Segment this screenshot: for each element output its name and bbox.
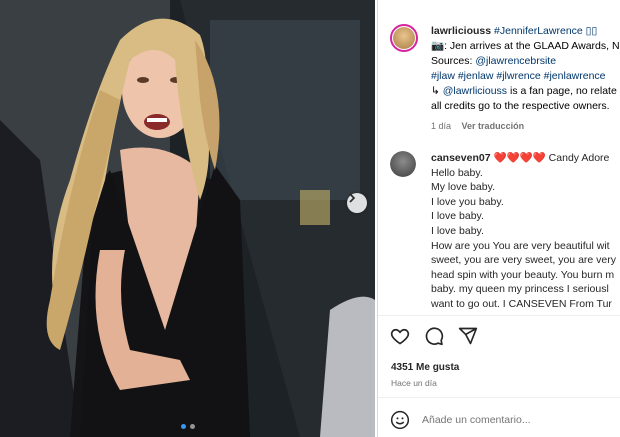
comment-line: I love baby. bbox=[431, 224, 484, 237]
comment-line: Hello baby. bbox=[431, 166, 483, 179]
comment-body: canseven07 ❤️❤️❤️❤️ Candy Adore Hello ba… bbox=[431, 151, 620, 312]
poster-avatar[interactable] bbox=[390, 24, 418, 52]
poster-username[interactable]: lawrliciouss bbox=[431, 25, 491, 37]
comment-icon[interactable] bbox=[424, 326, 444, 346]
next-slide-button[interactable] bbox=[347, 193, 367, 213]
add-comment-bar bbox=[390, 410, 604, 430]
caption-sources-label: Sources: bbox=[431, 55, 476, 67]
caption-line: is a fan page, no relate bbox=[507, 85, 617, 97]
heart-icon[interactable] bbox=[390, 326, 410, 346]
comment-first-line: Candy Adore bbox=[545, 152, 610, 164]
chevron-right-icon bbox=[349, 193, 356, 203]
caption-mention-self[interactable]: @lawrliciouss bbox=[443, 85, 507, 97]
caption-arrow: ↳ bbox=[431, 85, 443, 97]
posted-ago: Hace un día bbox=[391, 378, 437, 388]
comment-line: I love baby. bbox=[431, 210, 484, 223]
comment-line: sweet, you are very sweet, you are very bbox=[431, 254, 616, 267]
see-translation-link[interactable]: Ver traducción bbox=[462, 121, 525, 131]
caption-hashtags[interactable]: #jlaw #jenlaw #jlwrence #jenlawrence bbox=[431, 69, 620, 84]
photo-illustration bbox=[0, 0, 375, 437]
carousel-dot bbox=[189, 424, 195, 429]
comment-line: My love baby. bbox=[431, 181, 495, 194]
post-caption: lawrliciouss #JenniferLawrence ▯▯ 📷: Jen… bbox=[431, 24, 620, 114]
post-side-panel: lawrliciouss #JenniferLawrence ▯▯ 📷: Jen… bbox=[377, 0, 620, 437]
caption-line: 📷: Jen arrives at the GLAAD Awards, N bbox=[431, 40, 620, 52]
caption-mention[interactable]: @jlawrencebrsite bbox=[475, 55, 556, 67]
caption-meta: 1 día Ver traducción bbox=[431, 121, 524, 131]
carousel-indicator bbox=[0, 424, 375, 429]
send-icon[interactable] bbox=[458, 326, 478, 346]
commenter-avatar[interactable] bbox=[390, 151, 416, 177]
add-comment-input[interactable] bbox=[420, 413, 604, 427]
comment-line: baby. my queen my princess I seriousl bbox=[431, 283, 609, 296]
caption-line: all credits go to the respective owners. bbox=[431, 100, 610, 112]
comment-line: head spin with your beauty. You burn m bbox=[431, 268, 615, 281]
commenter-username[interactable]: canseven07 bbox=[431, 152, 491, 164]
comment-hearts: ❤️❤️❤️❤️ bbox=[493, 152, 546, 164]
comment-box-divider bbox=[378, 397, 620, 398]
likes-count[interactable]: 4351 Me gusta bbox=[391, 362, 459, 373]
comment-line: want to go out. I CANSEVEN From Tur bbox=[431, 297, 612, 310]
smiley-icon[interactable] bbox=[390, 410, 410, 430]
caption-hashtag[interactable]: #JenniferLawrence ▯▯ bbox=[491, 25, 597, 37]
carousel-dot-active bbox=[180, 424, 186, 429]
actions-divider bbox=[378, 315, 620, 316]
caption-time: 1 día bbox=[431, 121, 452, 131]
post-photo[interactable] bbox=[0, 0, 375, 437]
comment-line: How are you You are very beautiful wit bbox=[431, 239, 610, 252]
post-actions bbox=[390, 326, 478, 346]
comment-line: I love you baby. bbox=[431, 195, 504, 208]
